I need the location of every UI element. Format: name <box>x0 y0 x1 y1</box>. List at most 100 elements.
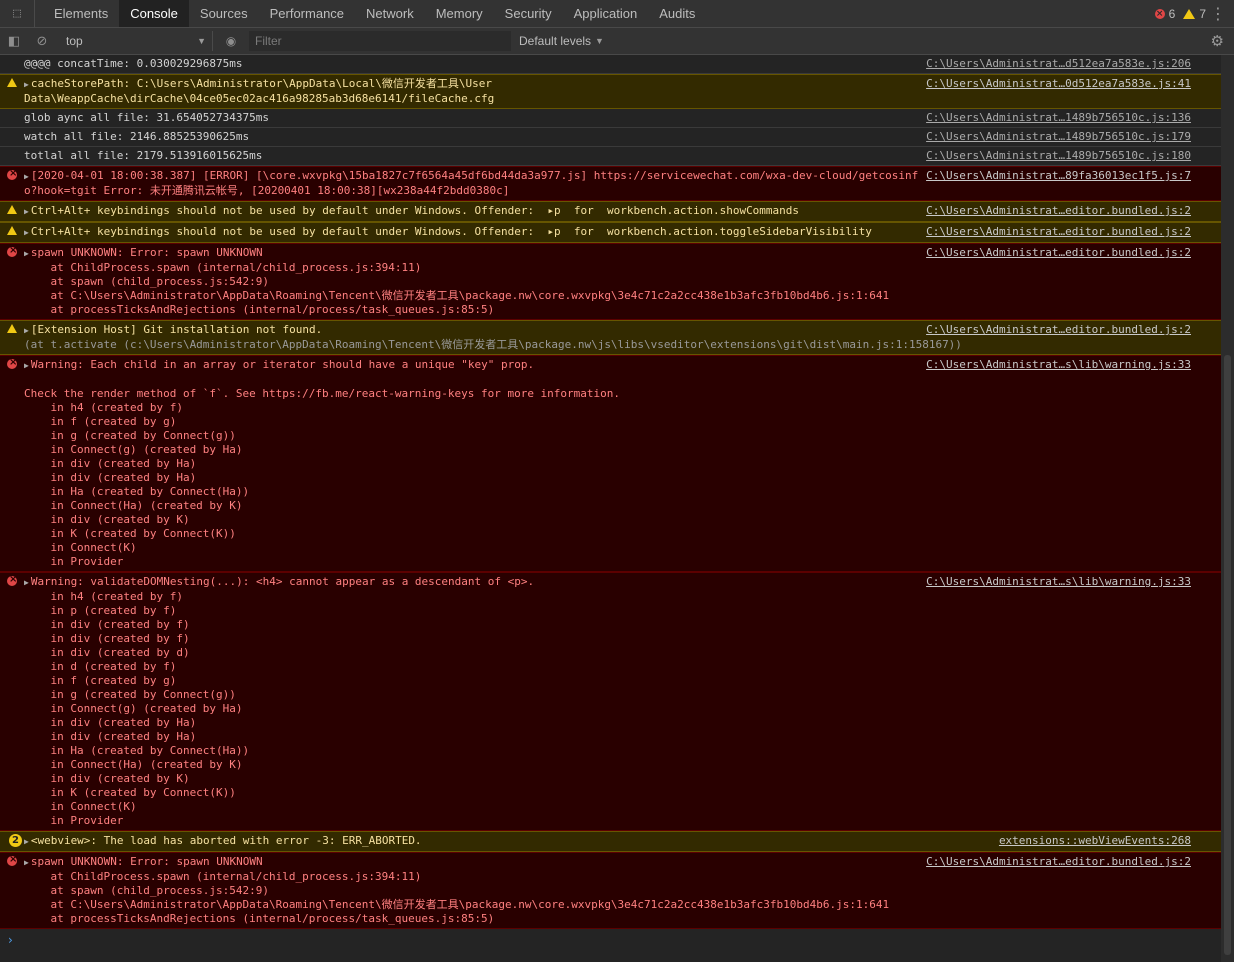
clear-console-icon[interactable]: ⊘ <box>28 34 56 49</box>
message-line: in div (created by Ha) <box>24 471 1221 485</box>
expand-triangle-icon[interactable]: ▶ <box>24 835 29 849</box>
message-line-text <box>24 373 31 386</box>
source-link[interactable]: extensions::webViewEvents:268 <box>994 834 1191 848</box>
message-line-text: in h4 (created by f) <box>24 590 183 603</box>
source-link[interactable]: C:\Users\Administrat…editor.bundled.js:2 <box>922 855 1191 869</box>
message-line-text: at C:\Users\Administrator\AppData\Roamin… <box>24 898 890 911</box>
repeat-count-badge: 2 <box>9 834 22 847</box>
message-line-text: in p (created by f) <box>24 604 177 617</box>
message-line: in g (created by Connect(g)) <box>24 429 1221 443</box>
message-line-text: watch all file: 2146.88525390625ms <box>24 130 250 143</box>
expand-triangle-icon[interactable]: ▶ <box>24 170 29 184</box>
message-line-text: in div (created by K) <box>24 772 190 785</box>
console-scrollbar[interactable] <box>1221 55 1234 962</box>
tab-network[interactable]: Network <box>355 0 425 27</box>
expand-triangle-icon[interactable]: ▶ <box>24 247 29 261</box>
tab-sources[interactable]: Sources <box>189 0 259 27</box>
console-message-warn[interactable]: ▶ Ctrl+Alt+ keybindings should not be use… <box>0 201 1221 222</box>
message-line-text: at ChildProcess.spawn (internal/child_pr… <box>24 870 422 883</box>
console-message-error[interactable]: ▶[2020-04-01 18:00:38.387] [ERROR] [\cor… <box>0 166 1221 201</box>
console-message-log[interactable]: totlal all file: 2179.513916015625ms C:\U… <box>0 147 1221 166</box>
source-link[interactable]: C:\Users\Administrat…editor.bundled.js:2 <box>922 204 1191 218</box>
message-line-text: in h4 (created by f) <box>24 401 183 414</box>
expand-triangle-icon[interactable]: ▶ <box>24 205 29 219</box>
expand-triangle-icon[interactable]: ▶ <box>24 226 29 240</box>
error-icon <box>7 853 17 867</box>
message-line-text: in Connect(Ha) (created by K) <box>24 499 243 512</box>
context-selector[interactable]: top ▼ <box>60 31 213 51</box>
message-line: at spawn (child_process.js:542:9) <box>24 884 1221 898</box>
console-message-error[interactable]: ▶spawn UNKNOWN: Error: spawn UNKNOWN at … <box>0 852 1221 929</box>
log-levels-dropdown[interactable]: Default levels ▼ <box>519 34 604 48</box>
sidebar-toggle-icon[interactable]: ◧ <box>0 34 28 49</box>
source-link[interactable]: C:\Users\Administrat…1489b756510c.js:136 <box>922 111 1191 125</box>
filter-input[interactable] <box>249 31 511 51</box>
console-message-error[interactable]: ▶spawn UNKNOWN: Error: spawn UNKNOWN at … <box>0 243 1221 320</box>
issue-counts[interactable]: × 6 7 <box>1154 0 1206 27</box>
tab-performance[interactable]: Performance <box>259 0 355 27</box>
error-icon <box>7 167 17 181</box>
message-line: (at t.activate (c:\Users\Administrator\A… <box>24 338 1221 352</box>
console-message-warn[interactable]: 2 ▶ <webview>: The load has aborted with e… <box>0 831 1221 852</box>
expand-triangle-icon[interactable]: ▶ <box>24 576 29 590</box>
source-link[interactable]: C:\Users\Administrat…s\lib\warning.js:33 <box>922 575 1191 589</box>
expand-triangle-icon[interactable]: ▶ <box>24 359 29 373</box>
message-line-text: glob aync all file: 31.654052734375ms <box>24 111 270 124</box>
source-link[interactable]: C:\Users\Administrat…editor.bundled.js:2 <box>922 246 1191 260</box>
tab-security[interactable]: Security <box>494 0 563 27</box>
message-line: in d (created by f) <box>24 660 1221 674</box>
more-options-icon[interactable]: ⋮ <box>1210 0 1226 27</box>
console-message-error[interactable]: ▶Warning: validateDOMNesting(...): <h4> … <box>0 572 1221 831</box>
warning-icon <box>7 226 17 235</box>
message-line: at processTicksAndRejections (internal/p… <box>24 912 1221 926</box>
console-settings-gear-icon[interactable]: ⚙ <box>1211 28 1224 54</box>
chevron-down-icon: ▼ <box>197 36 206 46</box>
message-line-text: [2020-04-01 18:00:38.387] [ERROR] [\core… <box>30 169 919 182</box>
message-line-text: Data\WeappCache\dirCache\04ce05ec02ac416… <box>24 92 495 105</box>
message-line: at ChildProcess.spawn (internal/child_pr… <box>24 261 1221 275</box>
message-line-text: at processTicksAndRejections (internal/p… <box>24 912 495 925</box>
source-link[interactable]: C:\Users\Administrat…1489b756510c.js:179 <box>922 130 1191 144</box>
message-line-text: in K (created by Connect(K)) <box>24 527 236 540</box>
console-message-log[interactable]: watch all file: 2146.88525390625ms C:\Use… <box>0 128 1221 147</box>
console-message-warn[interactable]: ▶ [Extension Host] Git installation not f… <box>0 320 1221 355</box>
message-line: in div (created by K) <box>24 513 1221 527</box>
message-line-text: in K (created by Connect(K)) <box>24 786 236 799</box>
tab-list: Elements Console Sources Performance Network… <box>43 0 706 27</box>
message-line: Check the render method of `f`. See http… <box>24 387 1221 401</box>
message-line-text: in div (created by f) <box>24 632 190 645</box>
console-prompt[interactable]: › <box>0 929 1221 947</box>
message-line: in K (created by Connect(K)) <box>24 527 1221 541</box>
message-line: in div (created by f) <box>24 632 1221 646</box>
console-message-log[interactable]: @@@@ concatTime: 0.030029296875ms C:\User… <box>0 55 1221 74</box>
console-message-error[interactable]: ▶Warning: Each child in an array or iter… <box>0 355 1221 572</box>
message-line-text: o?hook=tgit Error: 未开通腾讯云帐号, [20200401 1… <box>24 184 510 197</box>
message-line: in Connect(K) <box>24 800 1221 814</box>
message-line: at spawn (child_process.js:542:9) <box>24 275 1221 289</box>
source-link[interactable]: C:\Users\Administrat…editor.bundled.js:2 <box>922 225 1191 239</box>
console-message-log[interactable]: glob aync all file: 31.654052734375ms C:\… <box>0 109 1221 128</box>
tab-elements[interactable]: Elements <box>43 0 119 27</box>
error-icon <box>7 573 17 587</box>
message-line: in Provider <box>24 555 1221 569</box>
source-link[interactable]: C:\Users\Administrat…0d512ea7a583e.js:41 <box>922 77 1191 91</box>
tab-application[interactable]: Application <box>563 0 649 27</box>
message-line-text: in Connect(g) (created by Ha) <box>24 443 243 456</box>
console-message-warn[interactable]: ▶ cacheStorePath: C:\Users\Administrator\… <box>0 74 1221 109</box>
live-expression-eye-icon[interactable]: ◉ <box>213 34 249 48</box>
expand-triangle-icon[interactable]: ▶ <box>24 78 29 92</box>
console-message-warn[interactable]: ▶ Ctrl+Alt+ keybindings should not be use… <box>0 222 1221 243</box>
tab-memory[interactable]: Memory <box>425 0 494 27</box>
source-link[interactable]: C:\Users\Administrat…editor.bundled.js:2 <box>922 323 1191 337</box>
scrollbar-thumb[interactable] <box>1224 355 1231 955</box>
expand-triangle-icon[interactable]: ▶ <box>24 856 29 870</box>
source-link[interactable]: C:\Users\Administrat…89fa36013ec1f5.js:7 <box>922 169 1191 183</box>
source-link[interactable]: C:\Users\Administrat…1489b756510c.js:180 <box>922 149 1191 163</box>
tab-console[interactable]: Console <box>119 0 189 27</box>
inspect-element-icon[interactable]: ⬚ <box>0 0 35 27</box>
tab-audits[interactable]: Audits <box>648 0 706 27</box>
source-link[interactable]: C:\Users\Administrat…s\lib\warning.js:33 <box>922 358 1191 372</box>
expand-triangle-icon[interactable]: ▶ <box>24 324 29 338</box>
source-link[interactable]: C:\Users\Administrat…d512ea7a583e.js:206 <box>922 57 1191 71</box>
message-line-text: in f (created by g) <box>24 674 177 687</box>
